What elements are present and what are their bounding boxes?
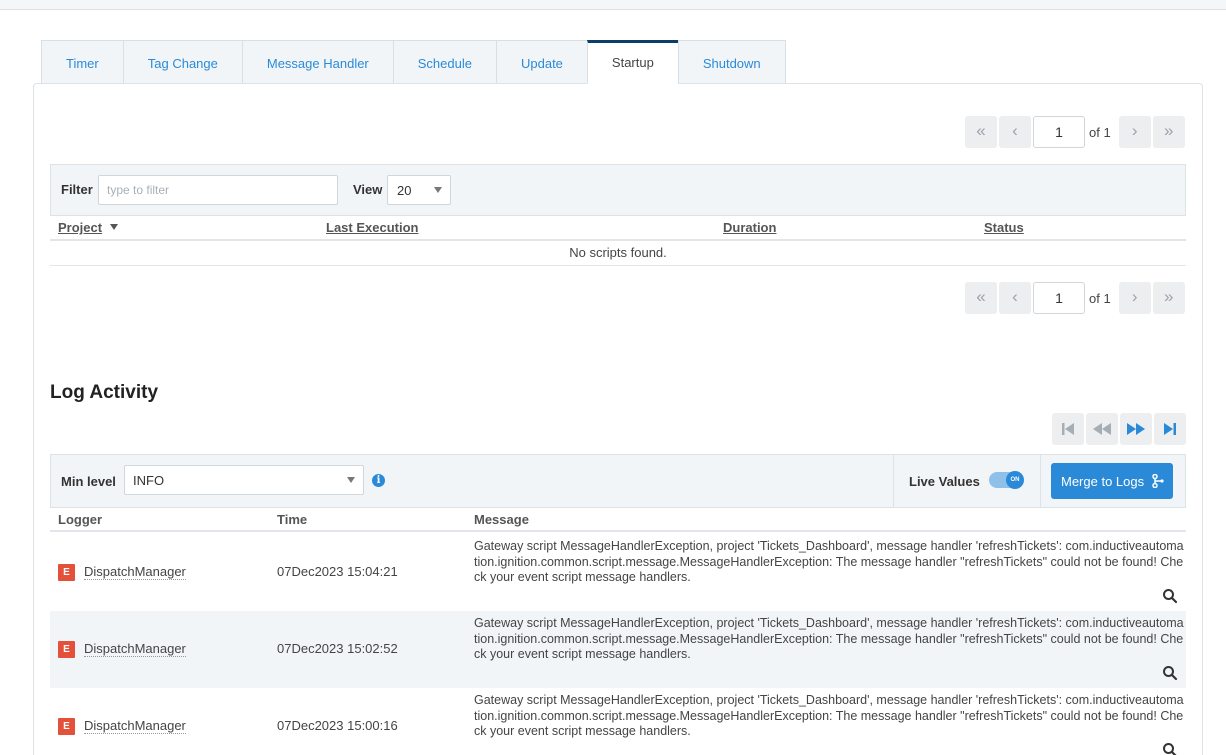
pager-bottom: « ‹ 1 of 1 › » <box>963 282 1185 314</box>
fast-forward-icon <box>1127 423 1145 435</box>
pager-top: « ‹ 1 of 1 › » <box>963 116 1185 148</box>
tab-tag-change[interactable]: Tag Change <box>122 40 242 84</box>
column-header-project-label: Project <box>58 220 103 235</box>
toggle-knob: ON <box>1006 471 1024 489</box>
last-page-button[interactable]: » <box>1152 116 1185 148</box>
rewind-icon <box>1093 423 1111 435</box>
min-level-select[interactable]: INFO <box>124 465 364 495</box>
column-header-message: Message <box>474 512 529 527</box>
column-header-time: Time <box>277 512 308 527</box>
log-message: Gateway script MessageHandlerException, … <box>474 693 1184 739</box>
logger-name-link[interactable]: DispatchManager <box>84 641 186 657</box>
rewind-button[interactable] <box>1086 413 1118 445</box>
prev-page-button[interactable]: ‹ <box>999 116 1031 148</box>
merge-to-logs-label: Merge to Logs <box>1061 474 1145 489</box>
logger-name-link[interactable]: DispatchManager <box>84 564 186 580</box>
column-header-last-execution[interactable]: Last Execution <box>326 220 418 235</box>
chevron-down-icon <box>434 187 442 193</box>
view-select[interactable]: 20 <box>387 175 451 205</box>
tab-shutdown[interactable]: Shutdown <box>677 40 786 84</box>
page-number-input[interactable]: 1 <box>1033 116 1085 148</box>
log-message: Gateway script MessageHandlerException, … <box>474 539 1184 585</box>
search-icon[interactable] <box>1162 742 1178 755</box>
divider <box>893 455 894 507</box>
error-level-badge: E <box>58 564 75 581</box>
column-header-project[interactable]: Project <box>58 220 119 235</box>
log-time: 07Dec2023 15:00:16 <box>277 718 398 733</box>
fast-forward-button[interactable] <box>1120 413 1152 445</box>
last-page-button[interactable]: » <box>1152 282 1185 314</box>
divider <box>1040 455 1041 507</box>
log-row: E DispatchManager 07Dec2023 15:04:21 Gat… <box>50 534 1186 611</box>
filter-label: Filter <box>61 182 93 197</box>
tab-update[interactable]: Update <box>495 40 587 84</box>
error-level-badge: E <box>58 641 75 658</box>
scripts-table-header: Project Last Execution Duration Status <box>50 216 1186 241</box>
next-page-button[interactable]: › <box>1118 282 1151 314</box>
log-time: 07Dec2023 15:04:21 <box>277 564 398 579</box>
tab-message-handler[interactable]: Message Handler <box>241 40 393 84</box>
skip-start-icon <box>1062 423 1074 435</box>
logger-name-link[interactable]: DispatchManager <box>84 718 186 734</box>
tab-schedule[interactable]: Schedule <box>392 40 496 84</box>
filter-bar: Filter type to filter View 20 <box>50 164 1186 216</box>
filter-input[interactable]: type to filter <box>98 175 338 205</box>
view-select-value: 20 <box>397 183 412 198</box>
merge-to-logs-button[interactable]: Merge to Logs <box>1051 463 1173 499</box>
jump-to-start-button[interactable] <box>1052 413 1084 445</box>
skip-end-icon <box>1164 423 1176 435</box>
column-header-status[interactable]: Status <box>984 220 1024 235</box>
log-row: E DispatchManager 07Dec2023 15:02:52 Gat… <box>50 611 1186 688</box>
page-number-input[interactable]: 1 <box>1033 282 1085 314</box>
log-row: E DispatchManager 07Dec2023 15:00:16 Gat… <box>50 688 1186 755</box>
live-values-label: Live Values <box>909 474 980 489</box>
tab-startup[interactable]: Startup <box>586 40 678 84</box>
script-type-tabs: Timer Tag Change Message Handler Schedul… <box>41 40 786 84</box>
empty-table-message: No scripts found. <box>50 241 1186 266</box>
column-header-logger: Logger <box>58 512 103 527</box>
tab-timer[interactable]: Timer <box>41 40 123 84</box>
info-icon[interactable]: i <box>372 474 385 487</box>
error-level-badge: E <box>58 718 75 735</box>
live-values-toggle[interactable]: ON <box>989 471 1024 489</box>
chevron-down-icon <box>347 477 355 483</box>
first-page-button[interactable]: « <box>965 282 997 314</box>
log-toolbar: Min level INFO i Live Values ON Merge to… <box>50 454 1186 508</box>
log-activity-title: Log Activity <box>50 382 159 403</box>
page-count: of 1 <box>1089 124 1111 140</box>
min-level-label: Min level <box>61 474 116 489</box>
merge-icon <box>1152 474 1164 488</box>
log-time: 07Dec2023 15:02:52 <box>277 641 398 656</box>
page-count: of 1 <box>1089 290 1111 306</box>
column-header-duration[interactable]: Duration <box>723 220 776 235</box>
log-navigation <box>1050 413 1186 445</box>
sort-desc-icon <box>110 224 119 230</box>
search-icon[interactable] <box>1162 588 1178 604</box>
min-level-value: INFO <box>133 473 165 488</box>
log-message: Gateway script MessageHandlerException, … <box>474 616 1184 662</box>
next-page-button[interactable]: › <box>1118 116 1151 148</box>
view-label: View <box>353 182 383 197</box>
search-icon[interactable] <box>1162 665 1178 681</box>
jump-to-end-button[interactable] <box>1154 413 1186 445</box>
log-table-header: Logger Time Message <box>50 508 1186 532</box>
prev-page-button[interactable]: ‹ <box>999 282 1031 314</box>
first-page-button[interactable]: « <box>965 116 997 148</box>
top-bar <box>0 0 1226 10</box>
